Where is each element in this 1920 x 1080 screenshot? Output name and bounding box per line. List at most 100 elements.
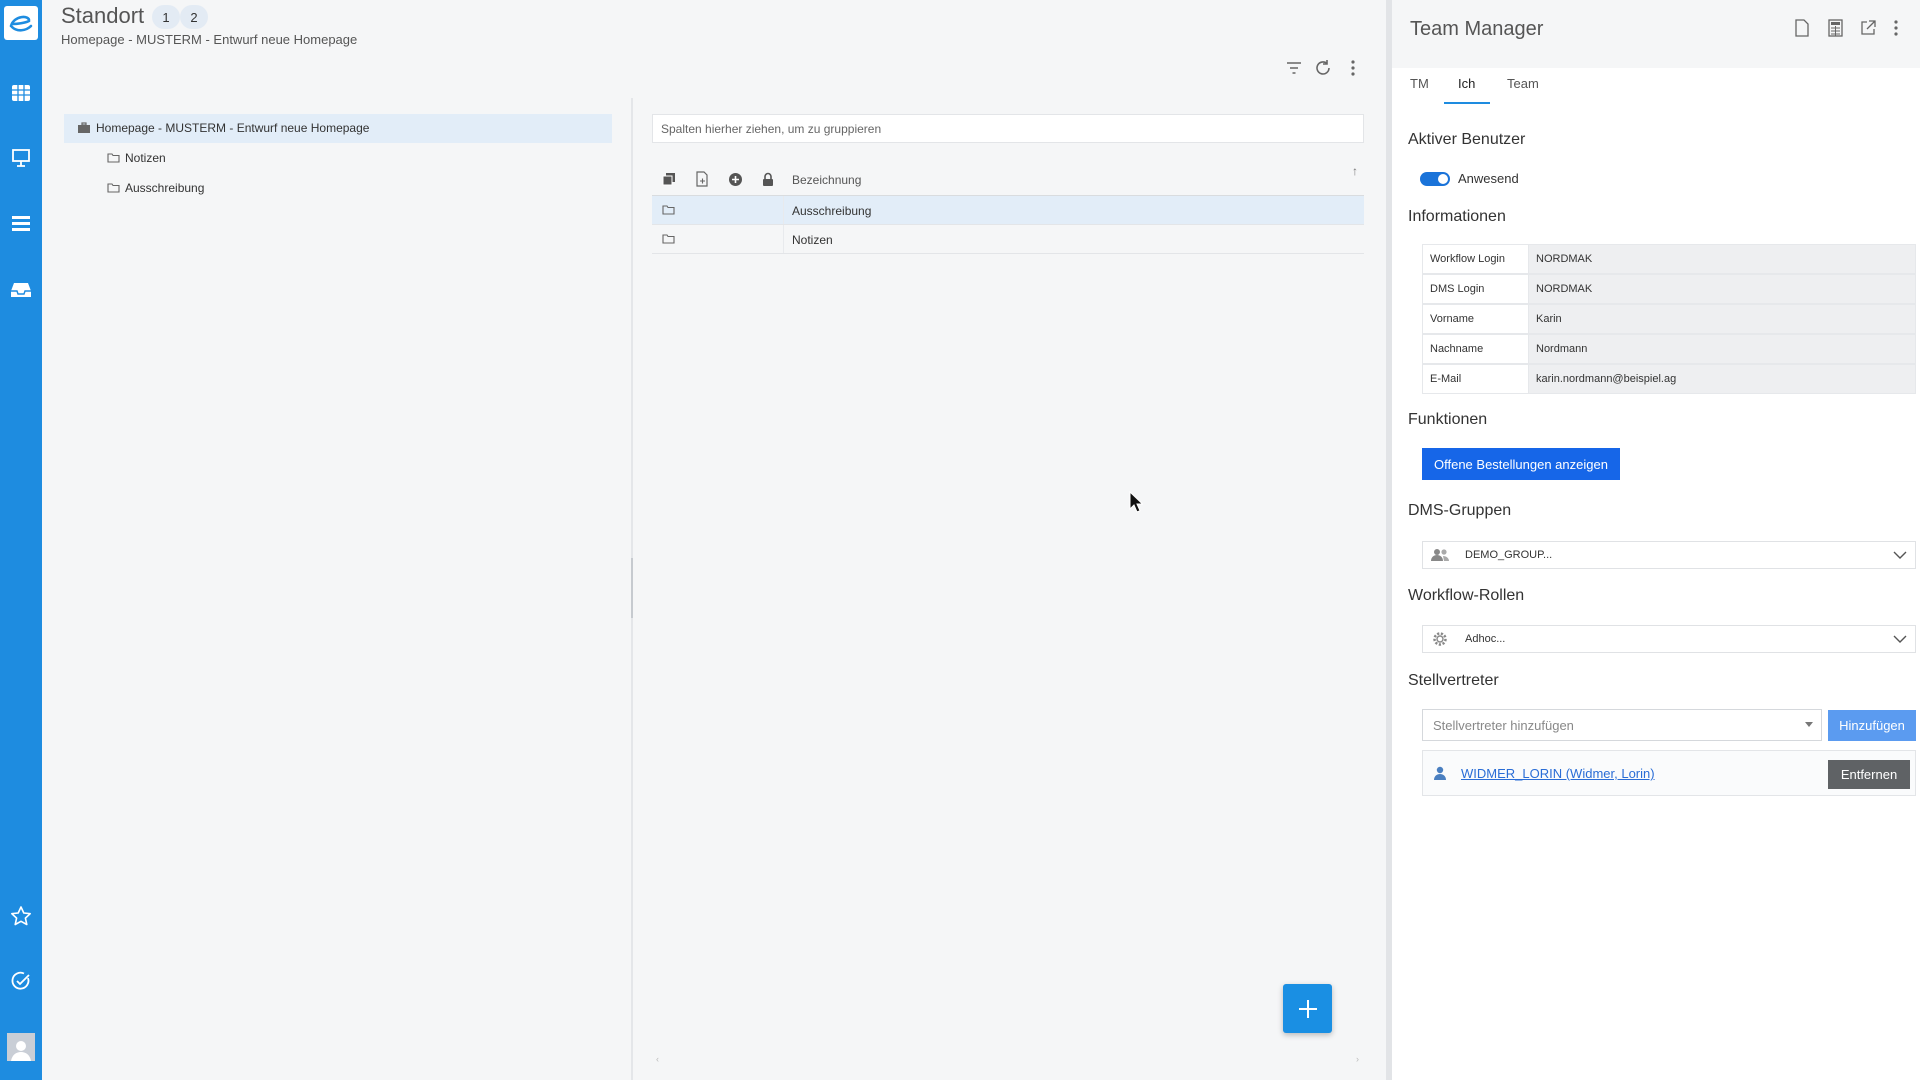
nav-presentation[interactable] [8, 145, 34, 171]
breadcrumb: Homepage - MUSTERM - Entwurf neue Homepa… [61, 32, 358, 47]
info-value: Karin [1529, 304, 1916, 334]
more-vertical-icon [1351, 60, 1355, 76]
document-column-header[interactable] [693, 170, 711, 188]
section-title: Aktiver Benutzer [1408, 131, 1526, 148]
sort-indicator[interactable]: ↑ [1352, 164, 1358, 178]
plus-icon [1298, 999, 1317, 1018]
page-pill-1[interactable]: 1 [152, 5, 180, 29]
page-pill-2[interactable]: 2 [180, 5, 208, 29]
table-row[interactable]: Notizen [652, 225, 1364, 254]
page-title: Standort [61, 3, 145, 28]
team-manager-panel: Team Manager TM Ich Team Aktiver Benutze… [1386, 0, 1920, 1080]
lock-column-header[interactable] [759, 170, 777, 188]
presence-toggle[interactable] [1420, 172, 1450, 186]
grid-header: Bezeichnung ↑ [652, 162, 1364, 196]
presence-label: Anwesend [1458, 171, 1519, 186]
scroll-left-mark[interactable]: ‹ [656, 1054, 659, 1064]
new-document-button[interactable] [1792, 18, 1812, 38]
add-fab-button[interactable] [1283, 984, 1332, 1033]
app-sidebar [0, 0, 42, 1080]
filter-icon [1287, 62, 1301, 74]
refresh-button[interactable] [1313, 58, 1333, 78]
remove-deputy-button[interactable]: Entfernen [1828, 760, 1910, 789]
workflow-role-select[interactable]: Adhoc... [1422, 625, 1916, 653]
section-title: Workflow-Rollen [1408, 587, 1525, 604]
tree-item-ausschreibung[interactable]: Ausschreibung [107, 181, 204, 195]
tree-root[interactable]: Homepage - MUSTERM - Entwurf neue Homepa… [77, 121, 369, 135]
document-icon [696, 171, 708, 187]
document-icon [1795, 19, 1809, 37]
tree-item-label: Ausschreibung [125, 181, 205, 195]
add-deputy-button[interactable]: Hinzufügen [1828, 710, 1916, 741]
tab-team[interactable]: Team [1507, 76, 1539, 91]
tree-item-label: Notizen [125, 151, 166, 165]
tab-ich[interactable]: Ich [1458, 76, 1475, 91]
copy-column-header[interactable] [660, 170, 678, 188]
group-drop-zone[interactable]: Spalten hierher ziehen, um zu gruppieren [652, 114, 1364, 143]
calculator-button[interactable] [1825, 18, 1845, 38]
row-bezeichnung: Notizen [792, 233, 833, 247]
open-external-button[interactable] [1858, 18, 1878, 38]
info-value: NORDMAK [1529, 274, 1916, 304]
list-icon [12, 216, 30, 231]
nav-favorites[interactable] [8, 903, 34, 929]
tree-root-label: Homepage - MUSTERM - Entwurf neue Homepa… [96, 121, 370, 135]
more-menu-button[interactable] [1343, 58, 1363, 78]
info-key: Vorname [1422, 304, 1529, 334]
info-key: Nachname [1422, 334, 1529, 364]
inbox-icon [11, 283, 31, 297]
table-row[interactable]: Ausschreibung [652, 196, 1364, 225]
app-logo[interactable] [4, 6, 38, 40]
gear-icon [1423, 630, 1457, 648]
open-orders-button[interactable]: Offene Bestellungen anzeigen [1422, 448, 1620, 480]
column-header-bezeichnung[interactable]: Bezeichnung [792, 173, 861, 187]
folder-icon [107, 153, 120, 163]
workflow-role-value: Adhoc... [1465, 633, 1506, 645]
panel-splitter[interactable] [631, 98, 633, 1080]
user-icon [11, 1041, 31, 1061]
check-circle-icon [11, 971, 30, 990]
dms-group-select[interactable]: DEMO_GROUP... [1422, 541, 1916, 569]
chevron-down-icon [1885, 635, 1915, 643]
deputy-item: WIDMER_LORIN (Widmer, Lorin) Entfernen [1422, 750, 1916, 796]
user-avatar[interactable] [7, 1033, 35, 1061]
group-icon [1423, 548, 1457, 562]
mouse-cursor-icon [1129, 491, 1143, 513]
info-value: Nordmann [1529, 334, 1916, 364]
deputy-combobox[interactable]: Stellvertreter hinzufügen [1422, 709, 1822, 741]
add-circle-icon [728, 172, 742, 186]
nav-list[interactable] [8, 210, 34, 236]
logo-icon [9, 15, 33, 32]
table-icon [12, 85, 30, 101]
nav-table[interactable] [8, 80, 34, 106]
team-manager-menu-button[interactable] [1886, 18, 1906, 38]
folder-icon [662, 233, 675, 247]
section-title: Stellvertreter [1408, 672, 1499, 689]
active-tab-indicator [1444, 102, 1490, 104]
tree-item-notizen[interactable]: Notizen [107, 151, 166, 165]
row-bezeichnung: Ausschreibung [792, 204, 872, 218]
info-row: Workflow Login NORDMAK [1422, 244, 1916, 274]
add-column-header[interactable] [726, 170, 744, 188]
nav-inbox[interactable] [8, 277, 34, 303]
info-table: Workflow Login NORDMAK DMS Login NORDMAK V… [1422, 244, 1916, 394]
section-title: Informationen [1408, 208, 1506, 225]
splitter-grip[interactable] [631, 558, 633, 618]
info-row: Vorname Karin [1422, 304, 1916, 334]
filter-button[interactable] [1284, 58, 1304, 78]
info-key: DMS Login [1422, 274, 1529, 304]
caret-down-icon [1805, 722, 1813, 727]
cell-divider [783, 225, 784, 253]
info-row: Nachname Nordmann [1422, 334, 1916, 364]
deputy-link[interactable]: WIDMER_LORIN (Widmer, Lorin) [1461, 766, 1655, 781]
briefcase-icon [78, 122, 90, 133]
calculator-icon [1827, 19, 1843, 37]
nav-tasks[interactable] [8, 968, 34, 994]
scroll-right-mark[interactable]: › [1356, 1054, 1359, 1064]
info-row: E-Mail karin.nordmann@beispiel.ag [1422, 364, 1916, 394]
info-key: Workflow Login [1422, 244, 1529, 274]
tab-tm[interactable]: TM [1410, 76, 1429, 91]
refresh-icon [1316, 60, 1330, 75]
copy-icon [662, 173, 675, 186]
external-link-icon [1861, 20, 1876, 35]
